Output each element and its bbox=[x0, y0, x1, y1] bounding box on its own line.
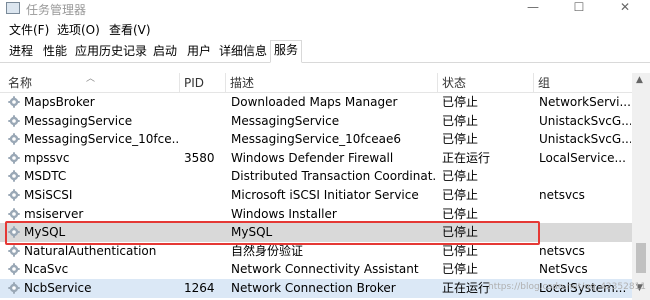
service-group: NetSvcs bbox=[539, 262, 588, 277]
service-gear-icon bbox=[8, 96, 20, 108]
menu-file[interactable]: 文件(F) bbox=[9, 21, 49, 38]
vertical-scrollbar[interactable]: ▲ ▼ bbox=[632, 73, 650, 300]
service-description: MessagingService_10fceae6 bbox=[231, 132, 401, 147]
scroll-up-icon[interactable]: ▲ bbox=[636, 75, 643, 85]
scrollbar-thumb[interactable] bbox=[636, 243, 646, 273]
minimize-button[interactable]: — bbox=[510, 0, 556, 18]
service-description: Windows Defender Firewall bbox=[231, 150, 394, 165]
service-status: 已停止 bbox=[442, 262, 479, 277]
service-gear-icon bbox=[8, 133, 20, 145]
window-title: 任务管理器 bbox=[26, 3, 87, 17]
service-name: MessagingService bbox=[24, 113, 133, 128]
service-status: 已停止 bbox=[442, 95, 479, 109]
service-description: Microsoft iSCSI Initiator Service bbox=[231, 188, 419, 202]
service-name: MapsBroker bbox=[24, 95, 95, 109]
service-status: 已停止 bbox=[442, 243, 479, 258]
column-header-pid[interactable]: PID bbox=[180, 73, 226, 93]
service-name: mpssvc bbox=[24, 150, 70, 165]
title-bar: 任务管理器 — ☐ ✕ bbox=[0, 0, 650, 18]
service-gear-icon bbox=[8, 207, 20, 220]
service-gear-icon bbox=[8, 189, 20, 201]
table-row[interactable]: MapsBroker Downloaded Maps Manager 已停止 Netw… bbox=[0, 93, 632, 112]
service-gear-icon bbox=[8, 245, 20, 257]
table-row[interactable]: NcaSvc Network Connectivity Assistant 已停止 N… bbox=[0, 260, 632, 279]
menu-bar: 文件(F) 选项(O) 查看(V) bbox=[0, 18, 650, 38]
service-name: MSDTC bbox=[24, 169, 67, 184]
service-group: UnistackSvcG... bbox=[539, 132, 631, 147]
service-name: MessagingService_10fce... bbox=[24, 132, 178, 147]
service-description: 自然身份验证 bbox=[231, 243, 304, 258]
service-name: NaturalAuthentication bbox=[24, 243, 157, 258]
service-pid: 3580 bbox=[184, 150, 215, 165]
tab-details[interactable]: 详细信息 bbox=[216, 42, 270, 62]
task-manager-icon bbox=[6, 2, 20, 14]
service-gear-icon bbox=[8, 263, 20, 276]
tab-processes[interactable]: 进程 bbox=[6, 42, 36, 62]
service-name: MSiSCSI bbox=[24, 188, 73, 202]
service-description: MessagingService bbox=[231, 113, 340, 128]
tab-services[interactable]: 服务 bbox=[270, 40, 303, 63]
tab-app-history[interactable]: 应用历史记录 bbox=[72, 42, 150, 62]
services-table-body: MapsBroker Downloaded Maps Manager 已停止 Netw… bbox=[0, 93, 632, 300]
service-group: NetworkServi... bbox=[539, 95, 631, 109]
service-description: Downloaded Maps Manager bbox=[231, 95, 398, 109]
service-name: NcbService bbox=[24, 281, 92, 295]
close-button[interactable]: ✕ bbox=[602, 0, 648, 18]
service-status: 已停止 bbox=[442, 169, 479, 184]
table-row[interactable]: MessagingService_10fce... MessagingServic… bbox=[0, 130, 632, 149]
service-gear-icon bbox=[8, 282, 20, 294]
service-description: Network Connectivity Assistant bbox=[231, 262, 419, 277]
watermark: https://blog.csdn.net/qq_42352811 bbox=[488, 282, 647, 292]
tab-bar: 进程 性能 应用历史记录 启动 用户 详细信息 服务 bbox=[0, 38, 650, 63]
service-group: netsvcs bbox=[539, 188, 585, 202]
service-status: 已停止 bbox=[442, 132, 479, 147]
service-pid: 1264 bbox=[184, 281, 215, 295]
highlight-box bbox=[5, 221, 540, 245]
service-gear-icon bbox=[8, 152, 20, 164]
menu-options[interactable]: 选项(O) bbox=[57, 21, 100, 38]
service-group: netsvcs bbox=[539, 243, 585, 258]
service-name: NcaSvc bbox=[24, 262, 69, 277]
table-row[interactable]: mpssvc 3580 Windows Defender Firewall 正在运行 L… bbox=[0, 149, 632, 168]
column-header-description[interactable]: 描述 bbox=[226, 73, 438, 93]
table-row[interactable]: MSiSCSI Microsoft iSCSI Initiator Service… bbox=[0, 186, 632, 205]
service-status: 已停止 bbox=[442, 188, 479, 202]
table-row[interactable]: MSDTC Distributed Transaction Coordinat..… bbox=[0, 167, 632, 186]
column-header-group[interactable]: 组 bbox=[534, 73, 632, 93]
tab-users[interactable]: 用户 bbox=[184, 42, 214, 62]
menu-view[interactable]: 查看(V) bbox=[109, 21, 151, 38]
column-header-name[interactable]: 名称 bbox=[4, 73, 180, 93]
maximize-button[interactable]: ☐ bbox=[556, 0, 602, 18]
service-gear-icon bbox=[8, 114, 20, 127]
service-description: Network Connection Broker bbox=[231, 281, 396, 295]
table-header: ︿ 名称 PID 描述 状态 组 bbox=[0, 73, 632, 93]
table-row[interactable]: MessagingService MessagingService 已停止 Unist… bbox=[0, 112, 632, 131]
service-description: Distributed Transaction Coordinat... bbox=[231, 169, 436, 184]
service-group: UnistackSvcG... bbox=[539, 113, 631, 128]
service-status: 正在运行 bbox=[442, 150, 491, 165]
service-gear-icon bbox=[8, 170, 20, 183]
tab-startup[interactable]: 启动 bbox=[150, 42, 180, 62]
service-status: 已停止 bbox=[442, 113, 479, 128]
tab-performance[interactable]: 性能 bbox=[40, 42, 70, 62]
column-header-status[interactable]: 状态 bbox=[438, 73, 534, 93]
spacer bbox=[0, 63, 650, 73]
service-group: LocalService... bbox=[539, 150, 626, 165]
